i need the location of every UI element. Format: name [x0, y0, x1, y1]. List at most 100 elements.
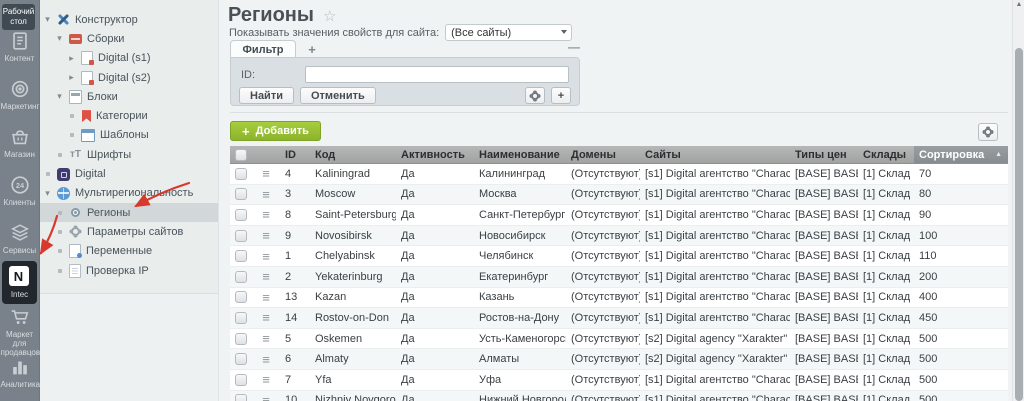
- filter-settings-button[interactable]: [525, 87, 545, 104]
- filter-id-input[interactable]: [305, 66, 569, 83]
- row-checkbox[interactable]: [235, 374, 247, 386]
- row-checkbox[interactable]: [235, 333, 247, 345]
- row-checkbox[interactable]: [235, 291, 247, 303]
- row-menu-icon[interactable]: ≡: [262, 373, 270, 386]
- row-menu-icon[interactable]: ≡: [262, 353, 270, 366]
- tree-item-variables[interactable]: Переменные: [39, 242, 218, 261]
- rail-item-content[interactable]: Контент: [0, 30, 39, 63]
- add-filter-tab-button[interactable]: +: [300, 41, 324, 57]
- scroll-up-icon[interactable]: ▲: [1016, 1, 1023, 8]
- chevron-down-icon[interactable]: ▾: [43, 188, 52, 199]
- column-header-domains[interactable]: Домены: [566, 146, 640, 163]
- table-row[interactable]: ≡ 10 Nizhniy Novgorod Да Нижний Новгород…: [230, 391, 1008, 401]
- tree-item-constructor[interactable]: ▾Конструктор: [39, 10, 218, 29]
- row-checkbox[interactable]: [235, 168, 247, 180]
- row-menu-icon[interactable]: ≡: [262, 311, 270, 324]
- column-header-sort[interactable]: Сортировка ▲: [914, 146, 1008, 163]
- column-header-name[interactable]: Наименование: [474, 146, 566, 163]
- row-checkbox[interactable]: [235, 188, 247, 200]
- chevron-down-icon[interactable]: ▾: [55, 91, 64, 102]
- vertical-scrollbar[interactable]: ▲: [1012, 0, 1024, 401]
- rail-item-intec[interactable]: NIntec: [2, 261, 37, 304]
- chevron-right-icon[interactable]: ▸: [67, 72, 76, 83]
- tree-item-builds[interactable]: ▾Сборки: [39, 29, 218, 48]
- row-checkbox[interactable]: [235, 250, 247, 262]
- chevron-right-icon[interactable]: ▸: [67, 53, 76, 64]
- row-menu-icon[interactable]: ≡: [262, 394, 270, 401]
- column-header-id[interactable]: ID: [280, 146, 310, 163]
- desktop-button[interactable]: Рабочий стол: [2, 4, 35, 30]
- tree-item-categories[interactable]: Категории: [39, 106, 218, 125]
- rail-item-analytics[interactable]: Аналитика: [0, 356, 39, 389]
- rail-item-store[interactable]: Магазин: [0, 126, 39, 159]
- rail-item-market[interactable]: Маркет для продавцов: [0, 306, 39, 358]
- tree-item-blocks[interactable]: ▾Блоки: [39, 87, 218, 106]
- column-header-active[interactable]: Активность: [396, 146, 474, 163]
- grid-settings-button[interactable]: [978, 123, 998, 141]
- row-checkbox[interactable]: [235, 271, 247, 283]
- table-row[interactable]: ≡ 2 Yekaterinburg Да Екатеринбург (Отсут…: [230, 267, 1008, 288]
- add-region-button[interactable]: + Добавить: [230, 121, 321, 141]
- table-row[interactable]: ≡ 3 Moscow Да Москва (Отсутствуют) [s1] …: [230, 185, 1008, 206]
- cancel-button[interactable]: Отменить: [300, 87, 376, 104]
- column-header-code[interactable]: Код: [310, 146, 396, 163]
- tree-item-multiregionality[interactable]: ▾Мультирегиональность: [39, 184, 218, 203]
- row-menu-icon[interactable]: ≡: [262, 167, 270, 180]
- bullet-icon[interactable]: [58, 211, 62, 215]
- row-checkbox[interactable]: [235, 230, 247, 242]
- tree-item-digital-s2[interactable]: ▸Digital (s2): [39, 68, 218, 87]
- bullet-icon[interactable]: [58, 269, 62, 273]
- chevron-down-icon[interactable]: ▾: [55, 33, 64, 44]
- row-menu-icon[interactable]: ≡: [262, 229, 270, 242]
- rail-item-clients[interactable]: 24Клиенты: [0, 174, 39, 207]
- bullet-icon[interactable]: [46, 172, 50, 176]
- bullet-icon[interactable]: [70, 114, 74, 118]
- table-row[interactable]: ≡ 6 Almaty Да Алматы (Отсутствуют) [s2] …: [230, 349, 1008, 370]
- row-menu-icon[interactable]: ≡: [262, 270, 270, 283]
- column-header-sites[interactable]: Сайты: [640, 146, 790, 163]
- rail-item-label: Маркет для продавцов: [1, 330, 39, 358]
- tree-item-ip-check[interactable]: Проверка IP: [39, 261, 218, 280]
- favorite-star-icon[interactable]: ☆: [323, 7, 336, 25]
- row-menu-icon[interactable]: ≡: [262, 208, 270, 221]
- scrollbar-thumb[interactable]: [1015, 48, 1023, 401]
- tree-item-fonts[interactable]: Шрифты: [39, 145, 218, 164]
- row-checkbox[interactable]: [235, 209, 247, 221]
- tree-item-digital[interactable]: Digital: [39, 164, 218, 183]
- table-row[interactable]: ≡ 1 Chelyabinsk Да Челябинск (Отсутствую…: [230, 246, 1008, 267]
- column-header-stores[interactable]: Склады: [858, 146, 914, 163]
- select-all-checkbox[interactable]: [235, 149, 247, 161]
- tree-item-digital-s1[interactable]: ▸Digital (s1): [39, 49, 218, 68]
- bullet-icon[interactable]: [70, 133, 74, 137]
- row-checkbox[interactable]: [235, 312, 247, 324]
- table-row[interactable]: ≡ 5 Oskemen Да Усть-Каменогорск (Отсутст…: [230, 329, 1008, 350]
- row-menu-icon[interactable]: ≡: [262, 188, 270, 201]
- bullet-icon[interactable]: [58, 230, 62, 234]
- collapse-filter-button[interactable]: —: [568, 40, 580, 54]
- filter-tab[interactable]: Фильтр: [230, 40, 296, 58]
- row-menu-icon[interactable]: ≡: [262, 332, 270, 345]
- row-checkbox[interactable]: [235, 353, 247, 365]
- table-row[interactable]: ≡ 9 Novosibirsk Да Новосибирск (Отсутств…: [230, 226, 1008, 247]
- row-checkbox[interactable]: [235, 394, 247, 401]
- table-row[interactable]: ≡ 7 Yfa Да Уфа (Отсутствуют) [s1] Digita…: [230, 370, 1008, 391]
- table-row[interactable]: ≡ 14 Rostov-on-Don Да Ростов-на-Дону (От…: [230, 308, 1008, 329]
- table-row[interactable]: ≡ 8 Saint-Petersburg Да Санкт-Петербург …: [230, 205, 1008, 226]
- bullet-icon[interactable]: [58, 153, 62, 157]
- tree-item-regions[interactable]: Регионы: [39, 203, 218, 222]
- tree-item-templates[interactable]: Шаблоны: [39, 126, 218, 145]
- find-button[interactable]: Найти: [239, 87, 294, 104]
- row-menu-icon[interactable]: ≡: [262, 250, 270, 263]
- chevron-down-icon[interactable]: ▾: [43, 14, 52, 25]
- rail-item-marketing[interactable]: Маркетинг: [0, 78, 39, 111]
- table-row[interactable]: ≡ 4 Kaliningrad Да Калининград (Отсутств…: [230, 164, 1008, 185]
- site-select[interactable]: (Все сайты): [445, 24, 572, 41]
- tree-item-site-params[interactable]: Параметры сайтов: [39, 222, 218, 241]
- filter-add-field-button[interactable]: +: [551, 87, 571, 104]
- row-menu-icon[interactable]: ≡: [262, 291, 270, 304]
- tree-item-label: Проверка IP: [86, 265, 149, 277]
- column-header-price-types[interactable]: Типы цен: [790, 146, 858, 163]
- bullet-icon[interactable]: [58, 249, 62, 253]
- table-row[interactable]: ≡ 13 Kazan Да Казань (Отсутствуют) [s1] …: [230, 288, 1008, 309]
- rail-item-services[interactable]: Сервисы: [0, 222, 39, 255]
